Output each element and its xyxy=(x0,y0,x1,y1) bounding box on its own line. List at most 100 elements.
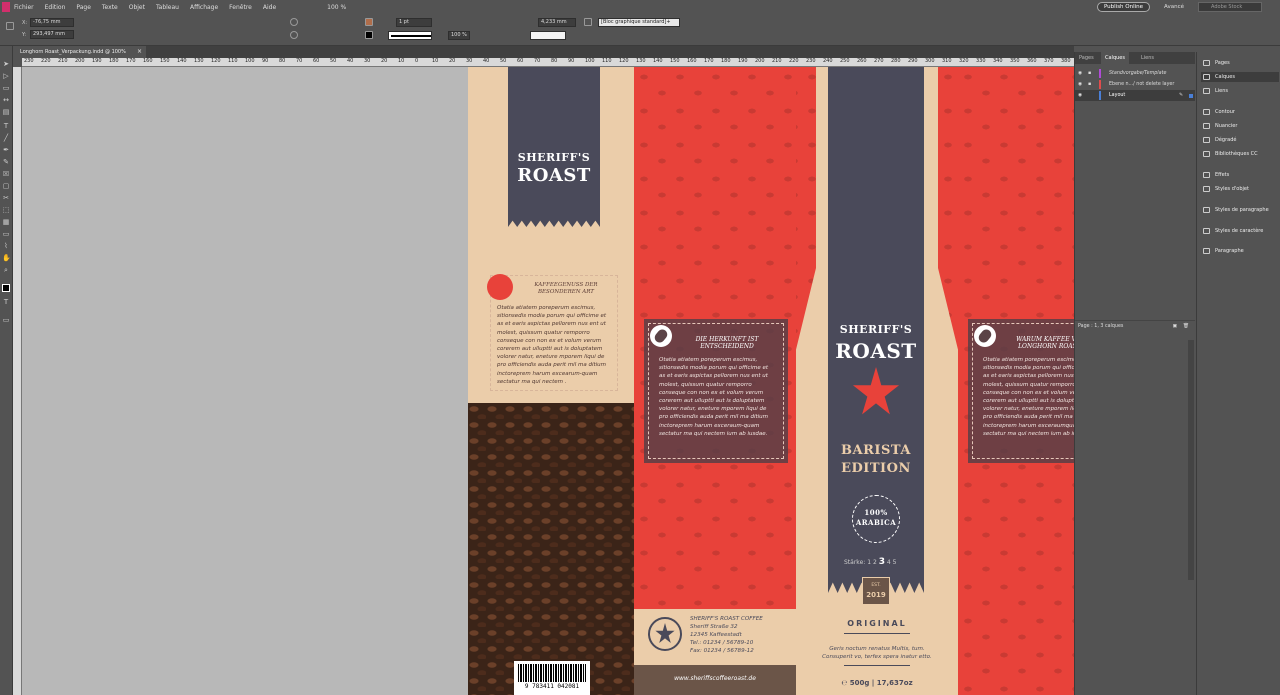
packaging-back-panel[interactable]: SHERIFF'S ROAST KAFFEEGENUSS DER BESONDE… xyxy=(468,67,634,695)
menu-objet[interactable]: Objet xyxy=(129,4,145,11)
line-tool-icon[interactable]: ╱ xyxy=(2,134,10,142)
menu-affichage[interactable]: Affichage xyxy=(190,4,218,11)
scissors-tool-icon[interactable]: ✂ xyxy=(2,194,10,202)
hand-tool-icon[interactable]: ✋ xyxy=(2,254,11,262)
panel-styles-paragraphe[interactable]: Styles de paragraphe xyxy=(1201,205,1279,215)
delete-layer-icon[interactable]: 🗑 xyxy=(1183,321,1189,333)
address-company: SHERIFF'S ROAST COFFEE xyxy=(690,616,763,622)
layers-panel-tabs: Pages Calques Liens xyxy=(1075,52,1195,64)
panel-calques[interactable]: Calques xyxy=(1201,72,1279,82)
info-box-taste-title: KAFFEEGENUSS DER BESONDEREN ART xyxy=(534,282,598,295)
lock-icon[interactable]: ▪ xyxy=(1088,79,1091,90)
fill-swatch-icon[interactable] xyxy=(365,18,373,26)
horizontal-ruler[interactable]: 230 220 210 200 190 180 170 160 150 140 130 120 110 1… xyxy=(22,58,1074,67)
shear-icon[interactable] xyxy=(290,31,298,39)
ruler-tick-label: 20 xyxy=(381,58,388,64)
panel-effets[interactable]: Effets xyxy=(1201,170,1279,180)
eye-icon[interactable]: ◉ xyxy=(1078,90,1082,101)
lock-icon[interactable]: ▪ xyxy=(1088,68,1091,79)
pencil-tool-icon[interactable]: ✎ xyxy=(2,158,10,166)
stroke-weight-field[interactable]: 1 pt xyxy=(396,18,432,27)
rectangle-tool-icon[interactable]: ▢ xyxy=(2,182,10,190)
pasteboard[interactable]: SHERIFF'S ROAST KAFFEEGENUSS DER BESONDE… xyxy=(22,67,1154,695)
page-tool-icon[interactable]: ▭ xyxy=(2,84,10,92)
ruler-tick-label: 10 xyxy=(398,58,405,64)
ruler-tick-label: 140 xyxy=(177,58,187,64)
layer-row-layout[interactable]: ◉ Layout ✎ xyxy=(1075,90,1195,101)
packaging-left-side-panel[interactable]: DIE HERKUNFT IST ENTSCHEIDEND Otatia ati… xyxy=(634,67,796,695)
stroke-type-select[interactable] xyxy=(388,31,432,40)
ruler-tick-label: 360 xyxy=(1027,58,1037,64)
frame-fitting-field[interactable] xyxy=(530,31,566,40)
panel-nuancier[interactable]: Nuancier xyxy=(1201,121,1279,131)
stock-search-input[interactable]: Adobe Stock xyxy=(1198,2,1262,12)
fill-color-icon[interactable] xyxy=(2,284,10,292)
menu-fenetre[interactable]: Fenêtre xyxy=(229,4,252,11)
stroke-swatch-icon[interactable] xyxy=(365,31,373,39)
packaging-front-panel[interactable]: SHERIFF'S ROAST BARISTA EDITION 100% ARA… xyxy=(796,67,958,695)
pen-tool-icon[interactable]: ✒ xyxy=(2,146,10,154)
tab-calques[interactable]: Calques xyxy=(1101,52,1129,64)
screen-mode-icon[interactable]: ▭ xyxy=(2,316,10,324)
eye-icon[interactable]: ◉ xyxy=(1078,68,1082,79)
strength-2: 2 xyxy=(872,559,877,566)
menu-edition[interactable]: Edition xyxy=(45,4,66,11)
formatting-container-icon[interactable]: T xyxy=(2,298,10,306)
document-tab[interactable]: Longhorn Roast_Verpackung.indd @ 100% × xyxy=(14,46,146,58)
object-style-icon[interactable] xyxy=(584,18,592,26)
vertical-ruler[interactable] xyxy=(13,67,22,695)
menu-aide[interactable]: Aide xyxy=(263,4,276,11)
type-tool-icon[interactable]: T xyxy=(2,122,10,130)
content-collector-icon[interactable]: ▤ xyxy=(2,108,10,116)
layer-row-template[interactable]: ◉ ▪ Standvorgabe/Template xyxy=(1075,68,1195,79)
eyedropper-tool-icon[interactable]: ⌇ xyxy=(2,242,10,250)
y-field[interactable]: 293,497 mm xyxy=(30,30,74,39)
ruler-tick-label: 10 xyxy=(432,58,439,64)
menu-texte[interactable]: Texte xyxy=(102,4,118,11)
ruler-tick-label: 70 xyxy=(534,58,541,64)
rectangle-frame-tool-icon[interactable]: ☒ xyxy=(2,170,10,178)
panel-bibliotheques-cc[interactable]: Bibliothèques CC xyxy=(1201,149,1279,159)
panel-liens[interactable]: Liens xyxy=(1201,86,1279,96)
opacity-field[interactable]: 100 % xyxy=(448,31,470,40)
new-layer-icon[interactable]: ▣ xyxy=(1172,321,1177,333)
vertical-scrollbar[interactable] xyxy=(1188,340,1194,580)
panel-contour[interactable]: Contour xyxy=(1201,107,1279,117)
ruler-tick-label: 120 xyxy=(211,58,221,64)
close-icon[interactable]: × xyxy=(137,46,142,58)
size-field[interactable]: 4,233 mm xyxy=(538,18,576,27)
est-year: 2019 xyxy=(866,591,886,599)
ruler-tick-label: 140 xyxy=(653,58,663,64)
gap-tool-icon[interactable]: ↔ xyxy=(2,96,10,104)
coffee-bean-icon xyxy=(487,274,513,300)
zoom-tool-icon[interactable]: ⌕ xyxy=(2,266,10,274)
note-tool-icon[interactable]: ▭ xyxy=(2,230,10,238)
layer-row-ebene[interactable]: ◉ ▪ Ebene n.../ not delete layer xyxy=(1075,79,1195,90)
menu-fichier[interactable]: Fichier xyxy=(14,4,34,11)
rotate-icon[interactable] xyxy=(290,18,298,26)
eye-icon[interactable]: ◉ xyxy=(1078,79,1082,90)
x-field[interactable]: -76,75 mm xyxy=(30,18,74,27)
address-street: Sheriff Straße 32 xyxy=(690,624,738,630)
free-transform-tool-icon[interactable]: ⬚ xyxy=(2,206,10,214)
workspace-switcher[interactable]: Avancé xyxy=(1164,4,1184,10)
object-style-select[interactable]: [Bloc graphique standard]+ xyxy=(598,18,680,27)
menu-page[interactable]: Page xyxy=(76,4,91,11)
gradient-tool-icon[interactable]: ▦ xyxy=(2,218,10,226)
panel-styles-objet[interactable]: Styles d'objet xyxy=(1201,184,1279,194)
panel-styles-caractere[interactable]: Styles de caractère xyxy=(1201,226,1279,236)
tab-pages[interactable]: Pages xyxy=(1075,52,1098,64)
selection-tool-icon[interactable]: ➤ xyxy=(2,60,10,68)
panel-degrade[interactable]: Dégradé xyxy=(1201,135,1279,145)
character-styles-icon xyxy=(1203,228,1210,234)
barcode-number: 9 783411 042081 xyxy=(524,683,580,690)
panel-paragraphe[interactable]: Paragraphe xyxy=(1201,246,1279,256)
strength-3-selected: 3 xyxy=(878,557,885,567)
menu-tableau[interactable]: Tableau xyxy=(156,4,179,11)
reference-point-icon[interactable] xyxy=(6,22,14,30)
zoom-level[interactable]: 100 % xyxy=(327,4,346,11)
tab-liens[interactable]: Liens xyxy=(1137,52,1158,64)
publish-online-button[interactable]: Publish Online xyxy=(1096,2,1151,12)
direct-selection-tool-icon[interactable]: ▷ xyxy=(2,72,10,80)
panel-pages[interactable]: Pages xyxy=(1201,58,1279,68)
